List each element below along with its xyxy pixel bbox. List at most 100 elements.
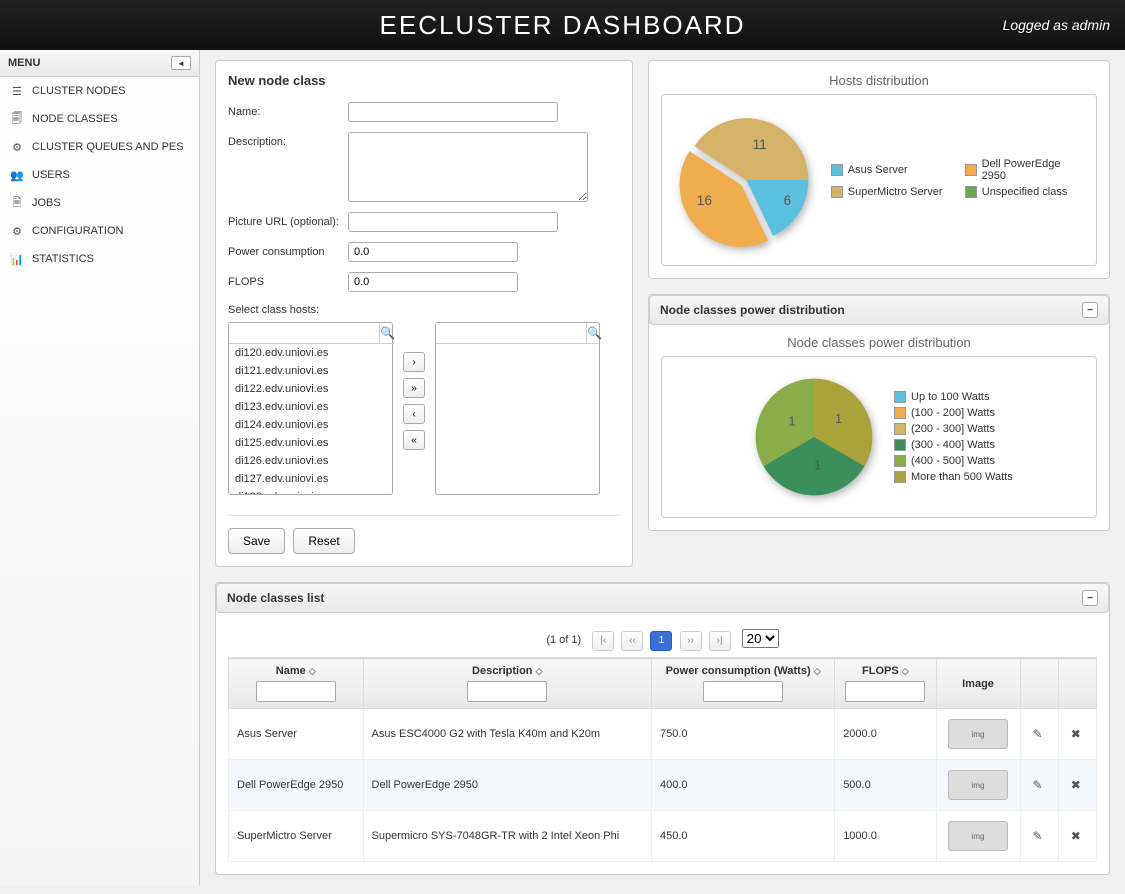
search-icon[interactable]: 🔍 xyxy=(586,323,602,343)
sort-icon[interactable]: ◇ xyxy=(902,666,909,676)
list-item[interactable]: di128.edv.uniovi.es xyxy=(229,488,392,494)
filter-flops-input[interactable] xyxy=(845,681,925,702)
list-icon: ☰ xyxy=(10,84,24,98)
sidebar: MENU ◄ ☰CLUSTER NODES🗐NODE CLASSES⚙CLUST… xyxy=(0,50,200,885)
picklist: 🔍 di120.edv.uniovi.esdi121.edv.uniovi.es… xyxy=(228,322,620,495)
page-size-select[interactable]: 20 xyxy=(742,629,779,648)
menu-header: MENU ◄ xyxy=(0,50,199,77)
delete-icon[interactable]: ✖ xyxy=(1067,778,1085,792)
list-item[interactable]: di123.edv.uniovi.es xyxy=(229,398,392,416)
pager-text: (1 of 1) xyxy=(546,634,581,646)
sidebar-item-users[interactable]: 👥USERS xyxy=(0,161,199,189)
pager-prev-button[interactable]: ‹‹ xyxy=(621,631,643,651)
name-input[interactable] xyxy=(348,102,558,122)
power-pie-chart: 1 1 1 xyxy=(744,367,884,507)
filter-name-input[interactable] xyxy=(256,681,336,702)
menu-label: MENU xyxy=(8,57,40,69)
table-row: Dell PowerEdge 2950Dell PowerEdge 295040… xyxy=(229,760,1097,811)
hosts-chart-title: Hosts distribution xyxy=(661,73,1097,88)
pager-page-1[interactable]: 1 xyxy=(650,631,672,651)
filter-desc-input[interactable] xyxy=(467,681,547,702)
svg-text:1: 1 xyxy=(788,413,795,428)
search-icon[interactable]: 🔍 xyxy=(379,323,395,343)
pager: (1 of 1) |‹ ‹‹ 1 ›› ›| 20 xyxy=(228,623,1097,658)
selected-search-input[interactable] xyxy=(436,323,586,343)
file-icon: 🗎 xyxy=(10,196,24,210)
pager-first-button[interactable]: |‹ xyxy=(592,631,614,651)
flops-label: FLOPS xyxy=(228,272,348,288)
flops-input[interactable] xyxy=(348,272,518,292)
table-row: SuperMictro ServerSupermicro SYS-7048GR-… xyxy=(229,811,1097,862)
hosts-legend: Asus Server Dell PowerEdge 2950 SuperMic… xyxy=(831,158,1086,202)
power-distribution-panel: Node classes power distribution − Node c… xyxy=(648,294,1110,531)
pic-label: Picture URL (optional): xyxy=(228,212,348,228)
form-title: New node class xyxy=(228,73,620,88)
hosts-distribution-panel: Hosts distribution 6 16 11 Asus Server D… xyxy=(648,60,1110,279)
sidebar-item-configuration[interactable]: ⚙CONFIGURATION xyxy=(0,217,199,245)
server-image: img xyxy=(948,770,1008,800)
move-all-left-button[interactable]: « xyxy=(403,430,425,450)
name-label: Name: xyxy=(228,102,348,118)
sidebar-item-jobs[interactable]: 🗎JOBS xyxy=(0,189,199,217)
svg-text:1: 1 xyxy=(814,458,821,473)
sliders-icon: ⚙ xyxy=(10,140,24,154)
sort-icon[interactable]: ◇ xyxy=(309,666,316,676)
sidebar-item-cluster-nodes[interactable]: ☰CLUSTER NODES xyxy=(0,77,199,105)
pager-last-button[interactable]: ›| xyxy=(709,631,731,651)
list-item[interactable]: di125.edv.uniovi.es xyxy=(229,434,392,452)
sidebar-item-cluster-queues-and-pes[interactable]: ⚙CLUSTER QUEUES AND PES xyxy=(0,133,199,161)
move-all-right-button[interactable]: » xyxy=(403,378,425,398)
power-chart-title: Node classes power distribution xyxy=(661,335,1097,350)
logged-user: Logged as admin xyxy=(1003,17,1110,33)
list-item[interactable]: di124.edv.uniovi.es xyxy=(229,416,392,434)
move-left-button[interactable]: ‹ xyxy=(403,404,425,424)
save-button[interactable]: Save xyxy=(228,528,285,554)
desc-textarea[interactable] xyxy=(348,132,588,202)
power-input[interactable] xyxy=(348,242,518,262)
pager-next-button[interactable]: ›› xyxy=(680,631,702,651)
node-classes-table: Name ◇ Description ◇ Power consumption (… xyxy=(228,658,1097,862)
list-item[interactable]: di120.edv.uniovi.es xyxy=(229,344,392,362)
app-title: EECLUSTER DASHBOARD xyxy=(380,10,746,41)
list-item[interactable]: di121.edv.uniovi.es xyxy=(229,362,392,380)
sort-icon[interactable]: ◇ xyxy=(814,666,821,676)
list-item[interactable]: di126.edv.uniovi.es xyxy=(229,452,392,470)
svg-text:11: 11 xyxy=(753,137,767,152)
server-image: img xyxy=(948,719,1008,749)
edit-icon[interactable]: ✎ xyxy=(1029,778,1047,792)
power-panel-header: Node classes power distribution xyxy=(660,303,845,317)
server-image: img xyxy=(948,821,1008,851)
gear-icon: ⚙ xyxy=(10,224,24,238)
list-item[interactable]: di122.edv.uniovi.es xyxy=(229,380,392,398)
pic-input[interactable] xyxy=(348,212,558,232)
sort-icon[interactable]: ◇ xyxy=(536,666,543,676)
table-row: Asus ServerAsus ESC4000 G2 with Tesla K4… xyxy=(229,709,1097,760)
move-right-button[interactable]: › xyxy=(403,352,425,372)
minimize-button[interactable]: − xyxy=(1082,590,1098,606)
reset-button[interactable]: Reset xyxy=(293,528,354,554)
power-legend: Up to 100 Watts(100 - 200] Watts(200 - 3… xyxy=(894,391,1014,483)
minimize-button[interactable]: − xyxy=(1082,302,1098,318)
available-hosts-listbox: 🔍 di120.edv.uniovi.esdi121.edv.uniovi.es… xyxy=(228,322,393,495)
hosts-pie-chart: 6 16 11 xyxy=(672,105,821,255)
list-item[interactable]: di127.edv.uniovi.es xyxy=(229,470,392,488)
select-hosts-label: Select class hosts: xyxy=(228,304,620,316)
menu-collapse-button[interactable]: ◄ xyxy=(171,56,191,70)
list-panel-header: Node classes list xyxy=(227,591,324,605)
edit-icon[interactable]: ✎ xyxy=(1029,829,1047,843)
svg-text:16: 16 xyxy=(697,193,712,208)
users-icon: 👥 xyxy=(10,168,24,182)
svg-text:1: 1 xyxy=(835,411,842,426)
power-label: Power consumption xyxy=(228,242,348,258)
delete-icon[interactable]: ✖ xyxy=(1067,829,1085,843)
desc-label: Description: xyxy=(228,132,348,148)
sidebar-item-node-classes[interactable]: 🗐NODE CLASSES xyxy=(0,105,199,133)
sidebar-item-statistics[interactable]: 📊STATISTICS xyxy=(0,245,199,273)
new-node-class-panel: New node class Name: Description: Pictur… xyxy=(215,60,633,567)
delete-icon[interactable]: ✖ xyxy=(1067,727,1085,741)
topbar: EECLUSTER DASHBOARD Logged as admin xyxy=(0,0,1125,50)
filter-power-input[interactable] xyxy=(703,681,783,702)
available-search-input[interactable] xyxy=(229,323,379,343)
edit-icon[interactable]: ✎ xyxy=(1029,727,1047,741)
copy-icon: 🗐 xyxy=(10,112,24,126)
